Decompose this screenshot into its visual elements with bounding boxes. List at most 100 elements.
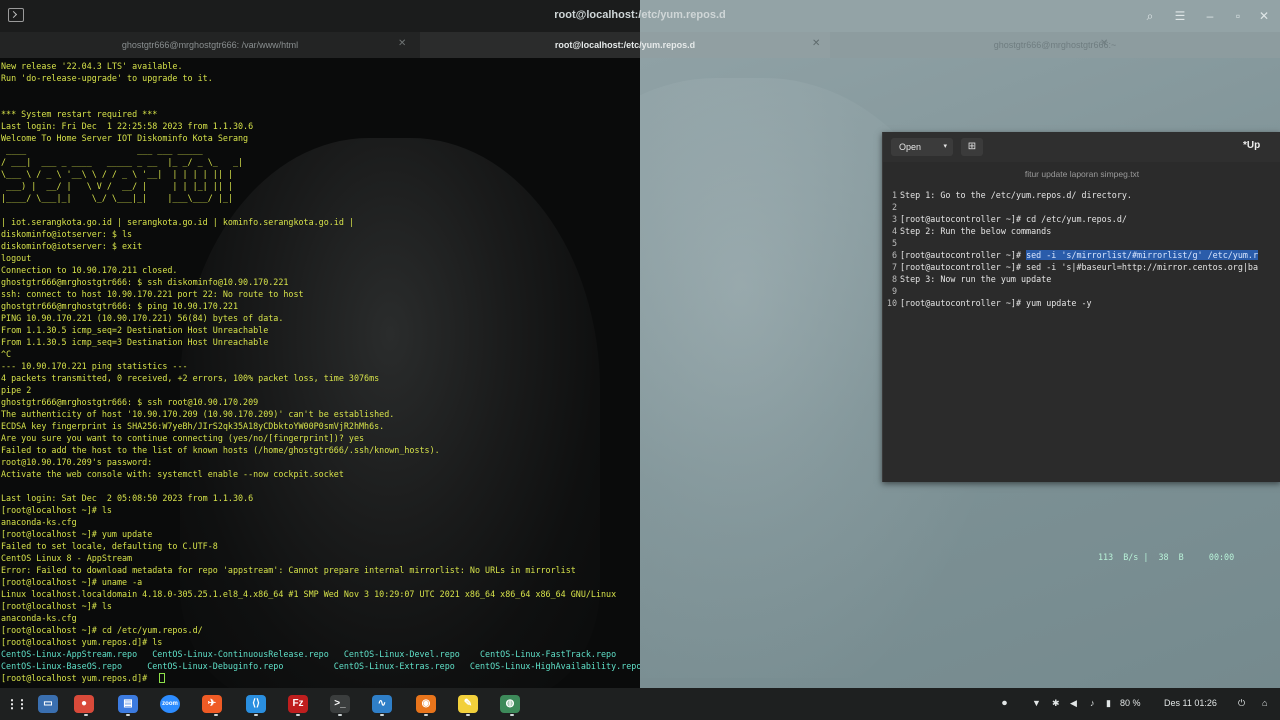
terminal-icon[interactable]: >_ xyxy=(330,695,350,713)
terminal-line: CentOS Linux 8 - AppStream xyxy=(1,553,133,563)
line-text: Step 1: Go to the /etc/yum.repos.d/ dire… xyxy=(900,190,1132,200)
files-icon[interactable]: ▭ xyxy=(38,695,58,713)
editor-line[interactable]: 9 xyxy=(883,285,900,297)
camera-icon[interactable]: ⏺ xyxy=(1002,698,1007,709)
terminal-line: CentOS-Linux-AppStream.repo CentOS-Linux… xyxy=(1,649,617,659)
terminal-line: ghostgtr666@mrghostgtr666: $ ssh diskomi… xyxy=(1,277,289,287)
running-indicator xyxy=(510,714,514,716)
monitor-icon[interactable]: ∿ xyxy=(372,695,392,713)
tab-close-icon[interactable]: ✕ xyxy=(1100,38,1108,49)
menu-icon[interactable]: ☰ xyxy=(1172,8,1188,24)
editor-line[interactable]: 2 xyxy=(883,201,900,213)
terminal-line: diskominfo@iotserver: $ exit xyxy=(1,241,143,251)
terminal-line: [root@localhost ~]# ls xyxy=(1,601,112,611)
tab-close-icon[interactable]: ✕ xyxy=(398,38,406,49)
editor-line[interactable]: 1 Step 1: Go to the /etc/yum.repos.d/ dir… xyxy=(883,189,1132,201)
terminal-line: --- 10.90.170.221 ping statistics --- xyxy=(1,361,188,371)
launcher-icon[interactable]: ⋮⋮ xyxy=(6,695,28,713)
terminal-line: ECDSA key fingerprint is SHA256:W7yeBh/J… xyxy=(1,421,385,431)
line-number: 10 xyxy=(886,298,897,308)
line-text: [root@autocontroller ~]# sed -i 's|#base… xyxy=(900,262,1258,272)
terminal-line: *** System restart required *** xyxy=(1,109,158,119)
tab-root-yum-repos[interactable]: root@localhost:/etc/yum.repos.d xyxy=(420,32,830,58)
editor-line[interactable]: 5 xyxy=(883,237,900,249)
terminal-line: Linux localhost.localdomain 4.18.0-305.2… xyxy=(1,589,617,599)
tab-close-icon[interactable]: ✕ xyxy=(812,38,820,49)
terminal-line: Activate the web console with: systemctl… xyxy=(1,469,344,479)
terminal-line: [root@localhost ~]# cd /etc/yum.repos.d/ xyxy=(1,625,203,635)
editor-line[interactable]: 4 Step 2: Run the below commands xyxy=(883,225,1051,237)
line-text: [root@autocontroller ~]# xyxy=(900,250,1027,260)
filezilla-icon[interactable]: Fz xyxy=(288,695,308,713)
battery-icon: ▮ xyxy=(1106,698,1111,708)
terminal-line: ^C xyxy=(1,349,12,359)
line-number: 9 xyxy=(891,286,897,296)
terminal-line: New release '22.04.3 LTS' available. xyxy=(1,61,183,71)
transfer-status: 113 B/s | 38 B 00:00 xyxy=(1098,552,1235,562)
new-tab-button[interactable]: ⊞ xyxy=(961,138,983,156)
selected-text[interactable]: sed -i 's/mirrorlist/#mirrorlist/g' /etc… xyxy=(1026,250,1259,260)
line-number: 8 xyxy=(891,274,897,284)
editor-title: *Up xyxy=(1243,140,1261,151)
terminal-line: Failed to add the host to the list of kn… xyxy=(1,445,440,455)
minimize-button[interactable]: – xyxy=(1202,8,1218,24)
bluetooth-icon[interactable]: ✱ xyxy=(1052,698,1060,709)
notification-icon[interactable]: ⌂ xyxy=(1262,698,1267,708)
terminal-line: Connection to 10.90.170.211 closed. xyxy=(1,265,178,275)
misc-app-icon[interactable]: ◍ xyxy=(500,695,520,713)
tab-ghostgtr-www[interactable]: ghostgtr666@mrghostgtr666: /var/www/html xyxy=(0,32,420,58)
terminal-line: | iot.serangkota.go.id | serangkota.go.i… xyxy=(1,217,354,227)
terminal-line: [root@localhost yum.repos.d]# xyxy=(1,673,153,683)
power-icon[interactable]: ⏻ xyxy=(1238,698,1245,709)
open-button[interactable]: Open ▾ xyxy=(891,138,953,156)
terminal-line: |____/ \___|_| \_/ \___|_| |___\___/ |_| xyxy=(1,193,233,203)
running-indicator xyxy=(254,714,258,716)
editor-line[interactable]: 8 Step 3: Now run the yum update xyxy=(883,273,1051,285)
terminal-line: Error: Failed to download metadata for r… xyxy=(1,565,576,575)
line-number: 7 xyxy=(891,262,897,272)
editor-line[interactable]: 7 [root@autocontroller ~]# sed -i 's|#bas… xyxy=(883,261,1258,273)
terminal-line: CentOS-Linux-BaseOS.repo CentOS-Linux-De… xyxy=(1,661,640,671)
running-indicator xyxy=(338,714,342,716)
terminal-line: ssh: connect to host 10.90.170.221 port … xyxy=(1,289,304,299)
taskbar xyxy=(0,688,1280,720)
terminal-line: logout xyxy=(1,253,32,263)
search-icon[interactable]: ⌕ xyxy=(1142,8,1158,24)
line-number: 6 xyxy=(891,250,897,260)
tab-ghostgtr-home[interactable]: ghostgtr666@mrghostgtr666:~ xyxy=(830,32,1280,58)
terminal-line: diskominfo@iotserver: $ ls xyxy=(1,229,133,239)
terminal-line: Are you sure you want to continue connec… xyxy=(1,433,365,443)
terminal-line: ghostgtr666@mrghostgtr666: $ ping 10.90.… xyxy=(1,301,238,311)
terminal-output[interactable]: New release '22.04.3 LTS' available. Run … xyxy=(0,58,640,688)
line-text: [root@autocontroller ~]# yum update -y xyxy=(900,298,1092,308)
firefox-icon[interactable]: ◉ xyxy=(416,695,436,713)
line-text: [root@autocontroller ~]# cd /etc/yum.rep… xyxy=(900,214,1127,224)
terminal-line: ___) | __/ | \ V / __/ | | | |_| || | xyxy=(1,181,233,191)
terminal-line: [root@localhost ~]# yum update xyxy=(1,529,153,539)
line-number: 5 xyxy=(891,238,897,248)
running-indicator xyxy=(466,714,470,716)
editor-line[interactable]: 10 [root@autocontroller ~]# yum update -y xyxy=(883,297,1092,309)
maximize-button[interactable]: ▫ xyxy=(1230,8,1246,24)
terminal-line: anaconda-ks.cfg xyxy=(1,517,77,527)
terminal-line: ghostgtr666@mrghostgtr666: $ ssh root@10… xyxy=(1,397,259,407)
editor-line[interactable]: 6 [root@autocontroller ~]# sed -i 's/mirr… xyxy=(883,249,1259,261)
mic-icon[interactable]: ♪ xyxy=(1090,698,1095,708)
line-text: Step 2: Run the below commands xyxy=(900,226,1052,236)
clock[interactable]: Des 11 01:26 xyxy=(1164,698,1217,708)
docs-icon[interactable]: ▤ xyxy=(118,695,138,713)
wifi-icon[interactable]: ▼ xyxy=(1032,698,1041,708)
chrome-icon[interactable]: ● xyxy=(74,695,94,713)
notes-icon[interactable]: ✎ xyxy=(458,695,478,713)
line-number: 3 xyxy=(891,214,897,224)
postman-icon[interactable]: ✈ xyxy=(202,695,222,713)
close-button[interactable]: ✕ xyxy=(1256,8,1272,24)
volume-icon[interactable]: ◀ xyxy=(1070,698,1077,709)
editor-line[interactable]: 3 [root@autocontroller ~]# cd /etc/yum.re… xyxy=(883,213,1127,225)
terminal-line: Run 'do-release-upgrade' to upgrade to i… xyxy=(1,73,213,83)
vscode-icon[interactable]: ⟨⟩ xyxy=(246,695,266,713)
line-text: Step 3: Now run the yum update xyxy=(900,274,1052,284)
zoom-icon[interactable]: zoom xyxy=(160,695,180,713)
text-editor-window: Open ▾ ⊞ *Up fitur update laporan simpeg.… xyxy=(882,132,1280,482)
terminal-line: root@10.90.170.209's password: xyxy=(1,457,153,467)
